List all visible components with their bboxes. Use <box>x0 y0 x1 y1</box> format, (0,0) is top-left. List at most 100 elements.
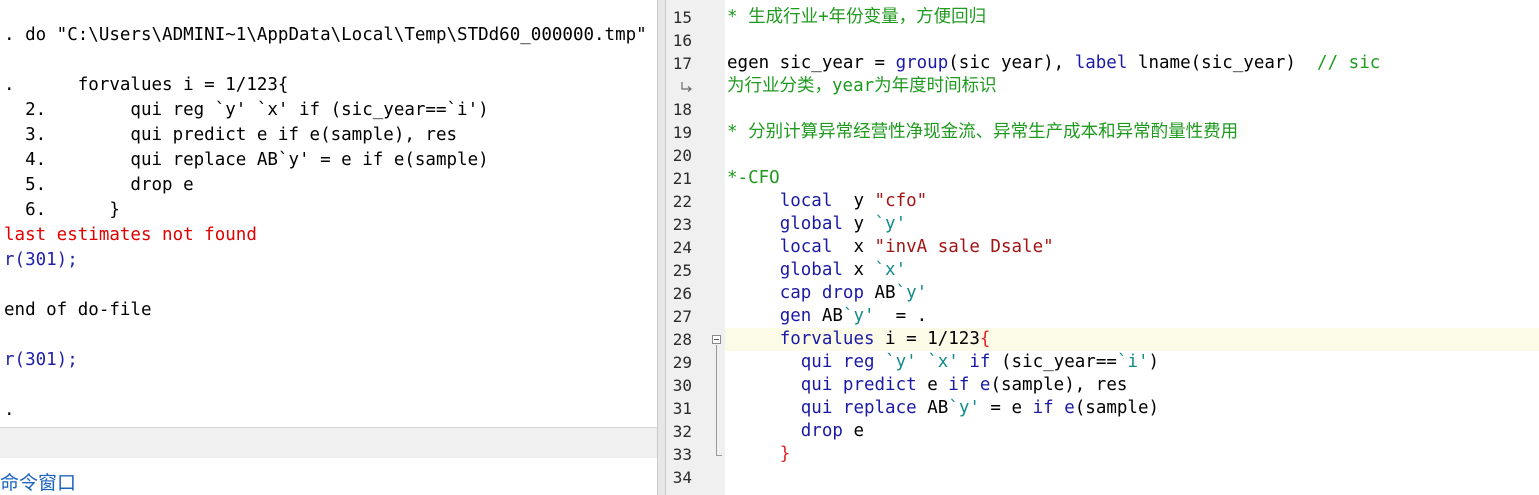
code-keyword: local <box>779 191 833 211</box>
line-number: 34 <box>672 468 692 487</box>
code-comment: 为行业分类，year为年度时间标识 <box>727 76 997 96</box>
line-number: 20 <box>672 146 692 165</box>
code-keyword: forvalues <box>779 329 875 349</box>
results-line: 3. qui predict e if e(sample), res <box>4 125 458 145</box>
code-text: AB <box>811 306 843 326</box>
results-line: . forvalues i = 1/123{ <box>4 75 289 95</box>
code-keyword: cap drop <box>779 283 864 303</box>
line-number: 30 <box>672 376 692 395</box>
code-keyword: global <box>779 260 843 280</box>
line-number: 22 <box>672 192 692 211</box>
line-number: 21 <box>672 169 692 188</box>
code-line[interactable]: global y `y' <box>727 213 906 236</box>
code-line[interactable]: } <box>727 443 791 466</box>
code-keyword: e <box>1064 398 1075 418</box>
code-text: e <box>916 375 949 395</box>
code-text: AB <box>916 398 949 418</box>
line-number: 15 <box>672 8 692 27</box>
code-keyword: local <box>779 237 833 257</box>
code-line[interactable]: local x "invA sale Dsale" <box>727 236 1054 259</box>
code-comment: * 生成行业+年份变量，方便回归 <box>727 7 987 27</box>
line-number: 32 <box>672 422 692 441</box>
wrap-arrow-icon <box>681 82 692 92</box>
code-line[interactable]: cap drop AB`y' <box>727 282 928 305</box>
code-line[interactable]: egen sic_year = group(sic year), label l… <box>727 52 1380 75</box>
code-macro: `y' <box>895 283 928 303</box>
results-line: 4. qui replace AB`y' = e if e(sample) <box>4 150 489 170</box>
results-line: 6. } <box>4 200 120 220</box>
code-text: (sic year), <box>948 53 1075 73</box>
error-message: last estimates not found <box>4 225 257 245</box>
code-text: y <box>842 214 875 234</box>
code-keyword: e <box>979 375 991 395</box>
line-number: 31 <box>672 399 692 418</box>
fold-minus-icon[interactable] <box>712 335 721 344</box>
code-line[interactable]: *-CFO <box>727 167 780 190</box>
code-line[interactable]: * 生成行业+年份变量，方便回归 <box>727 6 986 29</box>
code-text: x <box>842 260 875 280</box>
code-line[interactable]: * 分别计算异常经营性净现金流、异常生产成本和异常酌量性费用 <box>727 121 1238 144</box>
code-keyword: qui replace <box>800 398 917 418</box>
results-window[interactable]: . do "C:\Users\ADMINI~1\AppData\Local\Te… <box>0 0 657 427</box>
line-number: 29 <box>672 353 692 372</box>
code-macro: `y' <box>885 352 917 372</box>
code-keyword: if <box>1032 398 1054 418</box>
return-code: r(301); <box>4 350 78 370</box>
code-text: egen sic_year = <box>727 53 896 73</box>
line-number: 23 <box>672 215 692 234</box>
code-text: (sample), res <box>990 375 1128 395</box>
code-line[interactable]: drop e <box>727 420 864 443</box>
code-text: i = 1/123 <box>874 329 980 349</box>
code-text: = e <box>979 398 1033 418</box>
code-keyword: label <box>1074 53 1128 73</box>
code-keyword: if <box>969 352 991 372</box>
do-file-editor[interactable]: 15 16 17 18 19 20 21 22 23 24 25 26 27 28 29 30 31 32 33 34… <box>666 0 1539 495</box>
return-code: r(301); <box>4 250 78 270</box>
results-horizontal-scrollbar[interactable] <box>0 427 657 459</box>
results-line: 5. drop e <box>4 175 194 195</box>
code-keyword: group <box>895 53 949 73</box>
code-text: ) <box>1148 352 1160 372</box>
code-string: "cfo" <box>874 191 928 211</box>
code-keyword: qui reg <box>800 352 875 372</box>
code-keyword: if <box>948 375 970 395</box>
code-line[interactable]: 为行业分类，year为年度时间标识 <box>727 75 997 98</box>
code-text: (sic_year== <box>990 352 1117 372</box>
code-line[interactable]: qui reg `y' `x' if (sic_year==`i') <box>727 351 1159 374</box>
line-number: 25 <box>672 261 692 280</box>
code-text: x <box>832 237 875 257</box>
results-line: 2. qui reg `y' `x' if (sic_year==`i') <box>4 100 489 120</box>
code-text: (sample) <box>1074 398 1160 418</box>
line-number: 26 <box>672 284 692 303</box>
code-line[interactable]: qui replace AB`y' = e if e(sample) <box>727 397 1159 420</box>
code-line[interactable]: qui predict e if e(sample), res <box>727 374 1128 397</box>
code-line[interactable]: global x `x' <box>727 259 906 282</box>
results-line: end of do-file <box>4 300 152 320</box>
line-number: 19 <box>672 123 692 142</box>
command-window-label: 命令窗口 <box>0 472 77 494</box>
pane-splitter[interactable] <box>657 0 666 495</box>
line-number: 17 <box>672 54 692 73</box>
code-macro: `x' <box>927 352 959 372</box>
code-line[interactable]: local y "cfo" <box>727 190 928 213</box>
line-number: 24 <box>672 238 692 257</box>
code-line[interactable]: gen AB`y' = . <box>727 305 928 328</box>
code-macro: `y' <box>842 306 875 326</box>
command-window[interactable] <box>0 458 657 495</box>
line-number: 33 <box>672 445 692 464</box>
code-line[interactable]: forvalues i = 1/123{ <box>727 328 991 351</box>
code-keyword: qui predict <box>800 375 917 395</box>
